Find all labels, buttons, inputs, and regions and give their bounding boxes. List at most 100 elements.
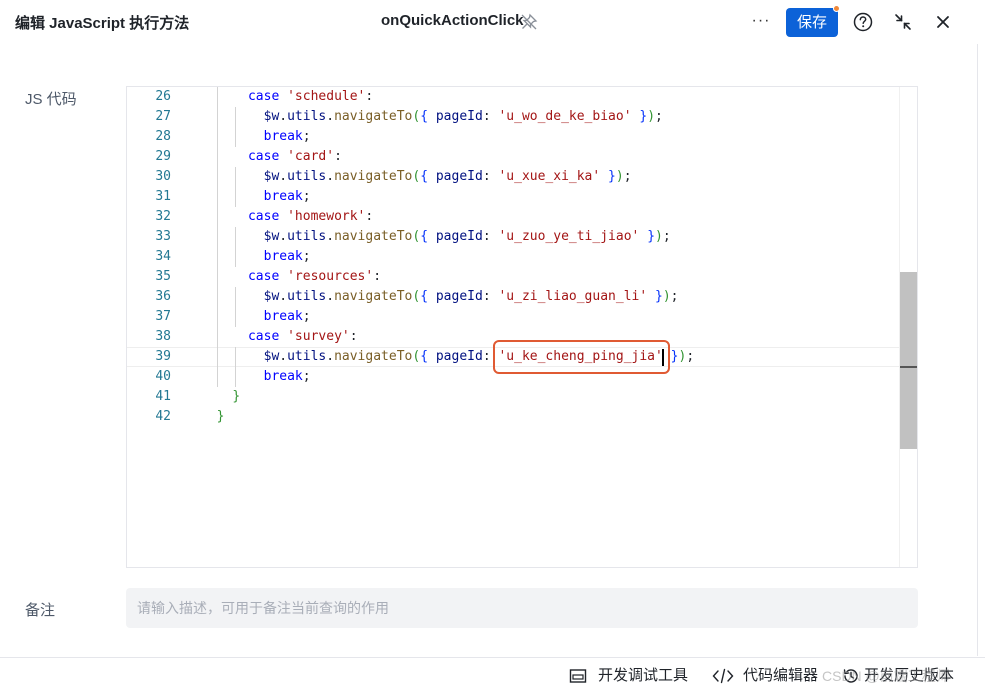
code-bracket: { [420,229,429,244]
code-string: 'schedule' [287,89,366,104]
code-function: navigateTo [334,229,413,244]
annotation-highlight-box [493,340,670,374]
line-number: 27 [155,109,171,124]
code-editor-label: 代码编辑器 [743,667,819,684]
code-line: break; [263,309,311,324]
code-bracket: { [420,349,429,364]
code-property: pageId [428,349,483,364]
code-string: 'u_zi_liao_guan_li' [498,289,648,304]
code-string: 'card' [287,149,335,164]
code-line: $w.utils.navigateTo({ pageId: 'u_zuo_ye_… [263,229,671,244]
collapse-icon[interactable] [893,12,913,32]
line-number: 34 [155,249,171,264]
dialog-title: 编辑 JavaScript 执行方法 [15,15,190,32]
code-keyword: break [263,129,303,144]
code-content[interactable]: case 'schedule': $w.utils.navigateTo({ p… [201,87,901,427]
code-line: case 'card': [247,149,342,164]
panel-divider [977,44,978,656]
note-input[interactable] [126,588,918,628]
code-icon [712,668,734,684]
code-bracket: } [639,109,648,124]
code-identifier: $w [263,229,280,244]
code-bracket: } [670,349,679,364]
code-property: pageId [428,289,483,304]
code-property: pageId [428,229,483,244]
dialog-header: 编辑 JavaScript 执行方法 onQuickActionClick ··… [0,0,985,44]
code-keyword: case [247,329,280,344]
line-number: 30 [155,169,171,184]
line-number: 39 [155,349,171,364]
code-bracket: ) [655,229,663,244]
code-identifier: $w [263,109,280,124]
code-bracket: ( [412,349,421,364]
code-bracket: ( [412,229,421,244]
line-number: 42 [155,409,171,424]
debug-panel-icon [569,669,587,683]
code-string: 'survey' [287,329,350,344]
debug-tools-button[interactable]: 开发调试工具 [569,666,694,686]
code-keyword: break [263,249,303,264]
code-function: navigateTo [334,169,413,184]
code-line: case 'resources': [247,269,382,284]
code-line: $w.utils.navigateTo({ pageId: 'u_xue_xi_… [263,169,632,184]
line-number: 29 [155,149,171,164]
code-property: pageId [428,109,483,124]
scrollbar-thumb[interactable] [900,272,917,449]
code-identifier: $w [263,349,280,364]
note-label: 备注 [25,602,56,619]
code-identifier: utils [287,289,327,304]
code-bracket: { [420,169,429,184]
code-bracket: } [647,229,656,244]
line-number: 41 [155,389,171,404]
line-number: 36 [155,289,171,304]
method-name: onQuickActionClick [381,12,524,29]
code-editor[interactable]: 26 27 28 29 30 31 32 33 34 35 36 37 38 39 40 41 42 case … [126,86,918,568]
help-icon[interactable] [852,11,874,33]
code-keyword: case [247,149,280,164]
code-function: navigateTo [334,349,413,364]
line-number: 26 [155,89,171,104]
line-number: 38 [155,329,171,344]
code-identifier: utils [287,349,327,364]
code-identifier: utils [287,229,327,244]
save-button[interactable]: 保存 [786,8,838,37]
code-line: } [201,407,901,427]
line-number: 37 [155,309,171,324]
line-number: 32 [155,209,171,224]
code-line: break; [263,189,311,204]
code-editor-button[interactable]: 代码编辑器 [712,666,822,686]
code-property: pageId [428,169,483,184]
code-identifier: $w [263,289,280,304]
code-keyword: case [247,89,280,104]
code-bracket: } [655,289,663,304]
pin-icon[interactable] [520,13,538,31]
code-bracket: ) [647,109,656,124]
line-number: 28 [155,129,171,144]
code-bracket: { [420,109,429,124]
scrollbar-cursor-marker [900,366,917,368]
code-keyword: break [263,369,303,384]
more-icon[interactable]: ··· [750,10,772,32]
code-keyword: break [263,189,303,204]
code-keyword: break [263,309,303,324]
line-number: 31 [155,189,171,204]
code-identifier: utils [287,109,327,124]
code-identifier: $w [263,169,280,184]
code-keyword: case [247,209,280,224]
code-bracket: ) [662,289,671,304]
code-string: 'u_wo_de_ke_biao' [498,109,632,124]
code-label: JS 代码 [25,91,77,108]
code-bracket: ( [412,109,421,124]
close-icon[interactable] [933,12,953,32]
code-line: $w.utils.navigateTo({ pageId: 'u_wo_de_k… [263,109,663,124]
code-identifier: utils [287,169,327,184]
code-keyword: case [247,269,280,284]
line-number: 33 [155,229,171,244]
code-string: 'resources' [287,269,374,284]
line-number: 40 [155,369,171,384]
unsaved-indicator [833,5,840,12]
line-number-gutter: 26 27 28 29 30 31 32 33 34 35 36 37 38 39 40 41 42 [127,87,171,427]
code-line: case 'schedule': [247,89,374,104]
code-function: navigateTo [334,109,413,124]
watermark: CSDN @前端工程师 [822,668,950,684]
